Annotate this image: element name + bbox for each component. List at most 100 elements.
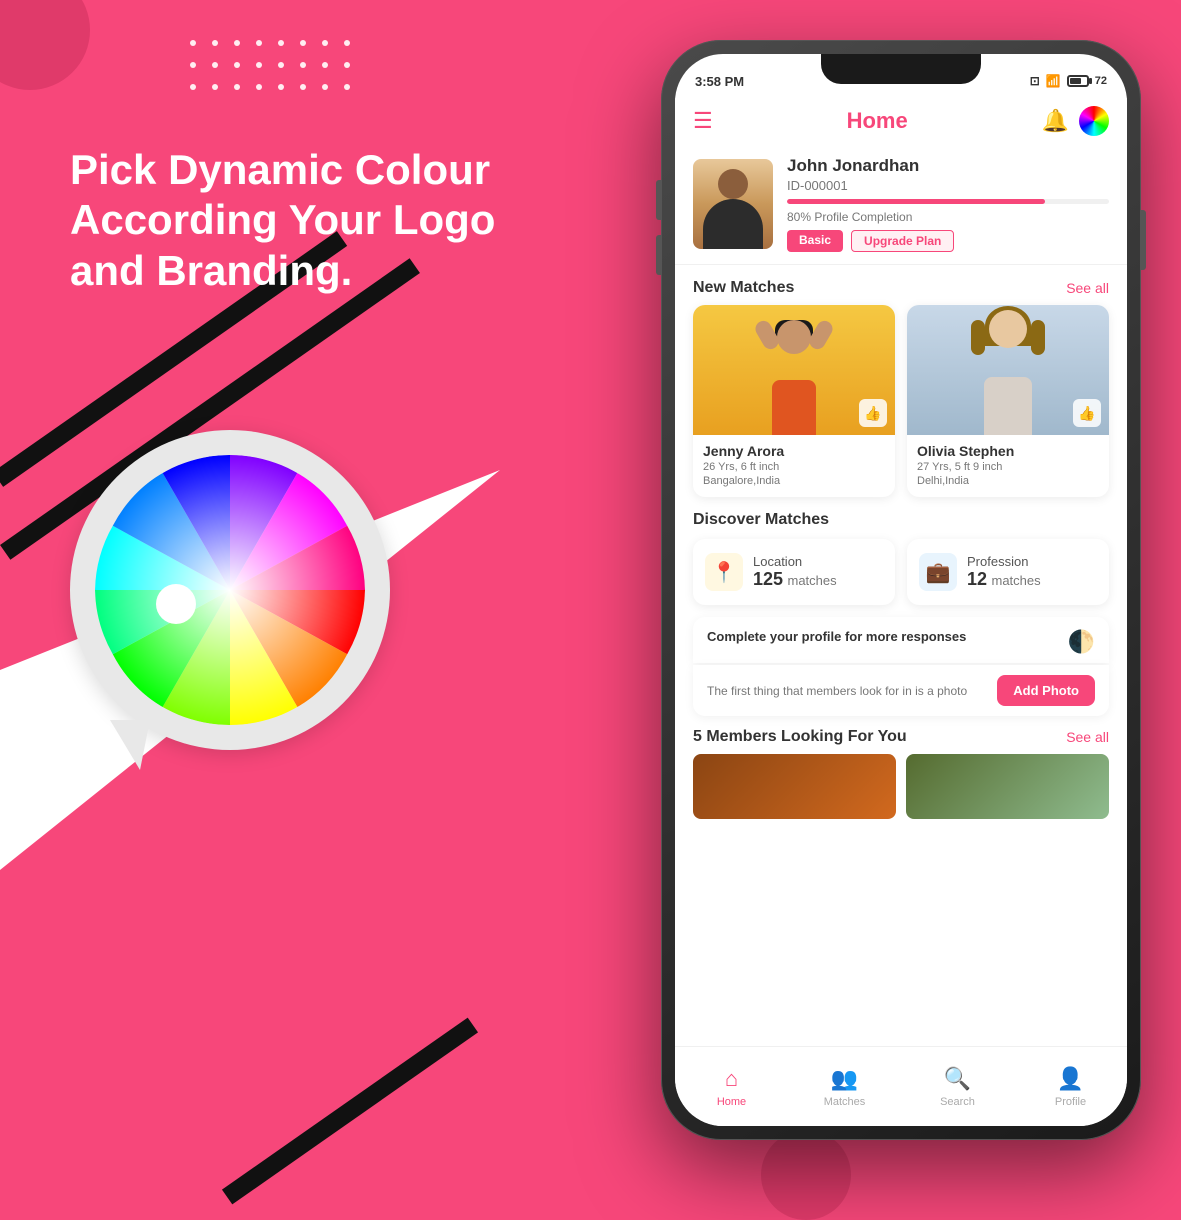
matches-icon: 👥 (831, 1066, 858, 1092)
like-button-olivia[interactable]: 👍 (1073, 399, 1101, 427)
nav-item-search[interactable]: 🔍 Search (901, 1058, 1014, 1116)
phone-container: 3:58 PM ⊡ 📶 72 ☰ Home 🔔 (661, 40, 1141, 1150)
new-matches-title: New Matches (693, 279, 794, 297)
profile-completion-fill (787, 199, 1045, 204)
members-title: 5 Members Looking For You (693, 728, 907, 746)
discover-card-profession[interactable]: 💼 Profession 12 matches (907, 539, 1109, 605)
headline: Pick Dynamic Colour According Your Logo … (70, 145, 550, 296)
olivia-hair-side-right (1031, 320, 1045, 355)
members-row (693, 754, 1109, 819)
match-detail-jenny-2: Bangalore,India (703, 475, 885, 487)
badge-basic[interactable]: Basic (787, 230, 843, 252)
phone-notch (821, 54, 981, 84)
profile-photo-inner (693, 159, 773, 249)
match-photo-olivia: 👍 (907, 305, 1109, 435)
nav-item-home[interactable]: ⌂ Home (675, 1058, 788, 1116)
discover-location-count: 125 (753, 569, 783, 589)
home-icon: ⌂ (725, 1066, 738, 1092)
menu-icon[interactable]: ☰ (693, 108, 713, 134)
color-wheel-container (70, 430, 400, 800)
phone-screen: 3:58 PM ⊡ 📶 72 ☰ Home 🔔 (675, 54, 1127, 1126)
match-card-jenny[interactable]: 👍 Jenny Arora 26 Yrs, 6 ft inch Bangalor… (693, 305, 895, 497)
nav-item-matches[interactable]: 👥 Matches (788, 1058, 901, 1116)
olivia-body (984, 377, 1032, 435)
add-photo-description: The first thing that members look for in… (707, 684, 987, 698)
discover-profession-label: Profession (967, 554, 1041, 569)
discover-location-label: Location (753, 554, 837, 569)
jenny-head (777, 320, 811, 354)
power-button (1141, 210, 1146, 270)
profile-completion-text: 80% Profile Completion (787, 210, 1109, 224)
person-body (703, 199, 763, 249)
new-matches-header: New Matches See all (675, 265, 1127, 305)
members-section: 5 Members Looking For You See all (675, 716, 1127, 823)
match-name-jenny: Jenny Arora (703, 443, 885, 459)
discover-profession-unit: matches (991, 573, 1040, 588)
match-detail-olivia-2: Delhi,India (917, 475, 1099, 487)
complete-profile-text: Complete your profile for more responses (707, 629, 966, 644)
discover-location-info: Location 125 matches (753, 554, 837, 590)
bottom-nav: ⌂ Home 👥 Matches 🔍 Search 👤 Profile (675, 1046, 1127, 1126)
badge-upgrade[interactable]: Upgrade Plan (851, 230, 954, 252)
volume-down-button (656, 235, 661, 275)
volume-up-button (656, 180, 661, 220)
match-info-olivia: Olivia Stephen 27 Yrs, 5 ft 9 inch Delhi… (907, 435, 1109, 497)
discover-title: Discover Matches (693, 511, 1109, 529)
bell-icon[interactable]: 🔔 (1042, 108, 1069, 134)
status-icons: ⊡ 📶 72 (1030, 74, 1107, 88)
discover-profession-info: Profession 12 matches (967, 554, 1041, 590)
discover-cards: 📍 Location 125 matches 💼 Profession (693, 539, 1109, 605)
nav-label-profile: Profile (1055, 1096, 1086, 1108)
wifi-icon: 📶 (1046, 74, 1061, 88)
nav-label-matches: Matches (824, 1096, 866, 1108)
discover-location-stats: 125 matches (753, 569, 837, 590)
profile-photo[interactable] (693, 159, 773, 249)
status-time: 3:58 PM (695, 74, 744, 89)
profile-completion-bar (787, 199, 1109, 204)
match-detail-jenny-1: 26 Yrs, 6 ft inch (703, 461, 885, 473)
nav-item-profile[interactable]: 👤 Profile (1014, 1058, 1127, 1116)
battery-fill (1070, 78, 1082, 84)
app-title: Home (847, 108, 908, 134)
olivia-head (989, 310, 1027, 348)
color-palette-icon[interactable] (1079, 106, 1109, 136)
add-photo-button[interactable]: Add Photo (997, 675, 1095, 706)
profile-completion-icon: 🌓 (1068, 629, 1095, 655)
profile-section: John Jonardhan ID-000001 80% Profile Com… (675, 144, 1127, 265)
member-thumb-2[interactable] (906, 754, 1109, 819)
profile-badges: Basic Upgrade Plan (787, 230, 1109, 252)
profile-nav-icon: 👤 (1057, 1066, 1084, 1092)
match-name-olivia: Olivia Stephen (917, 443, 1099, 459)
color-wheel-svg (95, 455, 365, 725)
battery-percent: 72 (1095, 75, 1107, 87)
olivia-figure (968, 310, 1048, 435)
profile-info: John Jonardhan ID-000001 80% Profile Com… (787, 156, 1109, 252)
members-header: 5 Members Looking For You See all (693, 728, 1109, 746)
complete-profile-banner: Complete your profile for more responses… (693, 617, 1109, 663)
nav-label-search: Search (940, 1096, 975, 1108)
color-wheel[interactable] (95, 455, 365, 725)
match-photo-jenny: 👍 (693, 305, 895, 435)
match-info-jenny: Jenny Arora 26 Yrs, 6 ft inch Bangalore,… (693, 435, 895, 497)
location-icon: 📍 (705, 553, 743, 591)
screen-icon: ⊡ (1030, 74, 1040, 88)
match-detail-olivia-1: 27 Yrs, 5 ft 9 inch (917, 461, 1099, 473)
dots-decoration (190, 40, 358, 98)
phone-outer: 3:58 PM ⊡ 📶 72 ☰ Home 🔔 (661, 40, 1141, 1140)
like-button-jenny[interactable]: 👍 (859, 399, 887, 427)
profession-icon: 💼 (919, 553, 957, 591)
jenny-body (772, 380, 816, 435)
discover-card-location[interactable]: 📍 Location 125 matches (693, 539, 895, 605)
member-thumb-1[interactable] (693, 754, 896, 819)
matches-row: 👍 Jenny Arora 26 Yrs, 6 ft inch Bangalor… (675, 305, 1127, 511)
color-wheel-selector[interactable] (156, 584, 196, 624)
app-header: ☰ Home 🔔 (675, 98, 1127, 144)
new-matches-see-all[interactable]: See all (1066, 280, 1109, 296)
jenny-figure (759, 320, 829, 435)
match-card-olivia[interactable]: 👍 Olivia Stephen 27 Yrs, 5 ft 9 inch Del… (907, 305, 1109, 497)
discover-section: Discover Matches 📍 Location 125 matches (675, 511, 1127, 617)
search-icon: 🔍 (944, 1066, 971, 1092)
discover-profession-stats: 12 matches (967, 569, 1041, 590)
members-see-all[interactable]: See all (1066, 729, 1109, 745)
header-icons: 🔔 (1042, 106, 1109, 136)
